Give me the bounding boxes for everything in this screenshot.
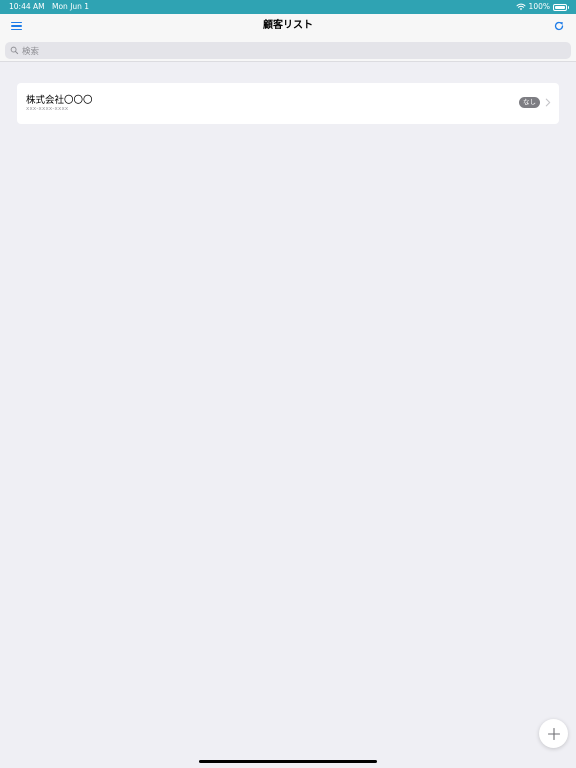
plus-icon — [547, 727, 560, 740]
page-title: 顧客リスト — [263, 20, 313, 31]
status-badge: なし — [519, 97, 540, 108]
search-icon — [10, 46, 19, 55]
status-bar: 10:44 AM Mon Jun 1 100% — [0, 0, 576, 14]
refresh-icon[interactable] — [553, 20, 565, 32]
chevron-right-icon — [545, 98, 551, 107]
wifi-icon — [516, 3, 526, 11]
search-input[interactable]: 検索 — [5, 42, 571, 59]
hamburger-menu-icon-bar — [11, 21, 22, 24]
add-customer-button[interactable] — [539, 719, 568, 748]
customer-name: 株式会社〇〇〇 — [26, 95, 93, 106]
search-bar-container: 検索 — [0, 38, 576, 62]
screen: 10:44 AM Mon Jun 1 100% 顧客リスト 検索 株式会社〇〇〇… — [0, 0, 576, 768]
menu-button[interactable] — [11, 20, 23, 32]
status-time: 10:44 AM — [9, 2, 45, 11]
customer-list-item[interactable]: 株式会社〇〇〇 xxx-xxxx-xxxx なし — [17, 83, 559, 124]
battery-percentage: 100% — [528, 2, 550, 11]
hamburger-menu-icon-bar — [11, 28, 22, 31]
status-right: 100% — [516, 0, 569, 14]
home-indicator — [199, 760, 377, 763]
customer-phone: xxx-xxxx-xxxx — [26, 106, 69, 112]
status-date: Mon Jun 1 — [52, 2, 90, 11]
battery-icon — [553, 3, 569, 11]
hamburger-menu-icon-bar — [11, 25, 22, 27]
navigation-bar: 顧客リスト — [0, 14, 576, 38]
search-placeholder: 検索 — [22, 46, 40, 57]
status-left: 10:44 AM Mon Jun 1 — [9, 0, 94, 14]
